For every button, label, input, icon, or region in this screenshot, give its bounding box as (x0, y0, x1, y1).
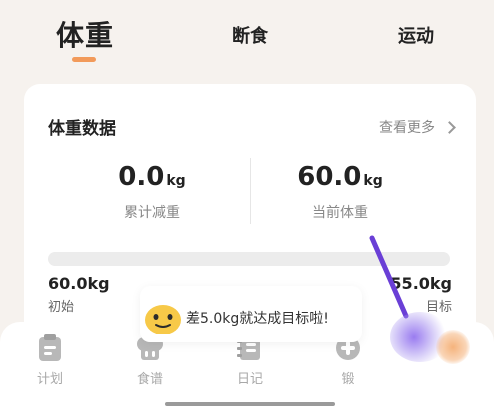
nav-label-recipe: 食谱 (136, 372, 163, 387)
weight-lost-unit: kg (166, 173, 186, 189)
home-indicator (165, 402, 335, 406)
weight-lost-label: 累计减重 (124, 205, 180, 221)
smiley-face-icon (145, 305, 181, 334)
start-weight: 60.0kg 初始 (48, 274, 110, 315)
chevron-right-icon (443, 120, 456, 134)
tab-exercise[interactable]: 运动 (398, 22, 434, 48)
current-weight-stat: 60.0 kg 当前体重 (250, 162, 430, 222)
start-weight-value: 60.0kg (48, 274, 110, 293)
goal-toast-text: 差5.0kg就达成目标啦! (186, 311, 329, 327)
weight-lost-stat: 0.0 kg 累计减重 (62, 162, 242, 222)
card-title: 体重数据 (48, 119, 116, 139)
current-weight-value: 60.0 (297, 162, 362, 192)
see-more-link[interactable]: 查看更多 (379, 117, 456, 137)
active-tab-indicator (72, 57, 96, 62)
top-tabs: 体重 断食 运动 (0, 0, 494, 80)
tab-weight[interactable]: 体重 (56, 14, 114, 54)
see-more-label: 查看更多 (379, 120, 435, 136)
nav-item-plan[interactable]: 计划 (20, 334, 80, 387)
weight-lost-value: 0.0 (118, 162, 165, 192)
tab-fasting[interactable]: 断食 (232, 22, 268, 48)
current-weight-unit: kg (363, 173, 383, 189)
nav-label-exercise: 锻 (341, 372, 355, 387)
goal-toast: 差5.0kg就达成目标啦! (140, 286, 362, 342)
start-weight-label: 初始 (48, 300, 75, 315)
clipboard-icon (39, 334, 61, 361)
current-weight-label: 当前体重 (312, 205, 368, 221)
nav-label-plan: 计划 (36, 372, 63, 387)
nav-label-diary: 日记 (236, 372, 263, 387)
floating-orange-dot (436, 330, 470, 364)
